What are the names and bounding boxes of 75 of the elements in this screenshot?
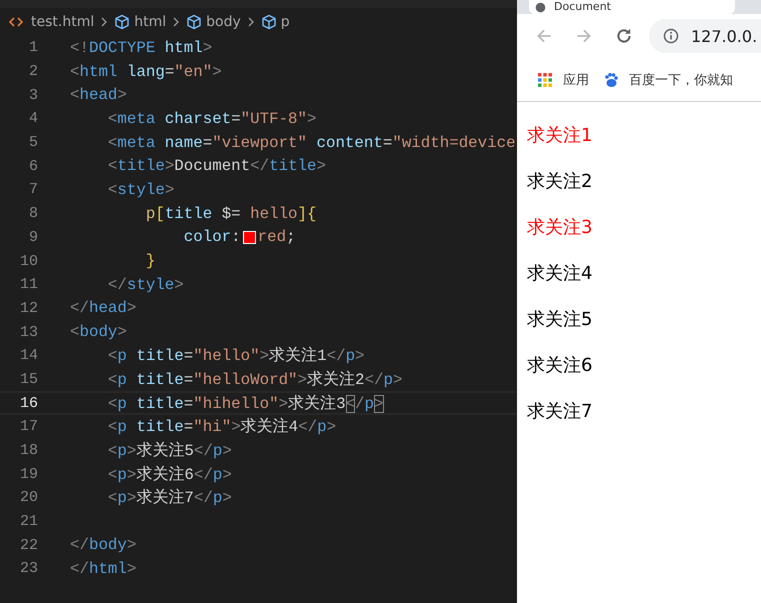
info-icon <box>663 28 679 44</box>
code-text: <html lang="en"> <box>70 62 222 81</box>
code-text: <body> <box>70 323 127 342</box>
line-number: 10 <box>18 252 38 270</box>
back-icon[interactable] <box>535 27 553 45</box>
code-text: <meta name="viewport" content="width=device <box>106 134 516 152</box>
line-number: 20 <box>18 489 38 506</box>
code-text: <p>求关注6</p> <box>106 464 232 485</box>
cube-icon <box>260 14 277 30</box>
code-text: <meta charset="UTF-8"> <box>106 110 316 128</box>
breadcrumb-item[interactable]: html <box>134 14 166 30</box>
line-number: 21 <box>18 513 38 530</box>
paragraph-text: 求关注4 <box>527 262 594 286</box>
breadcrumb-item[interactable]: test.html <box>31 14 94 30</box>
forward-icon[interactable] <box>575 27 593 45</box>
code-text: <p title="hihello">求关注3</p> <box>106 394 384 414</box>
line-number: 23 <box>18 560 38 578</box>
chevron-icon <box>172 16 180 28</box>
browser-tab[interactable]: Document <box>529 0 735 14</box>
line-number: 5 <box>28 134 38 152</box>
line-number: 22 <box>18 536 38 554</box>
line-number: 7 <box>28 181 38 198</box>
paw-icon <box>603 72 619 88</box>
code-text: p[title $= hello]{ <box>144 204 317 223</box>
code-text: <head> <box>70 86 127 104</box>
code-text: red; <box>258 228 296 246</box>
paragraph-text: 求关注2 <box>527 170 594 194</box>
cube-icon <box>186 14 202 30</box>
line-number: 14 <box>18 347 38 364</box>
line-number: 16 <box>18 394 38 412</box>
line-number: 15 <box>18 370 38 388</box>
bookmark-item[interactable]: 应用 <box>537 70 589 88</box>
paragraph-text: 求关注3 <box>527 216 594 240</box>
code-text: <p title="hello">求关注1</p> <box>106 346 365 366</box>
line-number: 13 <box>18 324 38 341</box>
paragraph-text: 求关注7 <box>527 400 594 424</box>
paragraph-text: 求关注1 <box>527 124 594 148</box>
code-text: <title>Document</title> <box>106 157 326 176</box>
globe-icon <box>535 2 546 12</box>
code-text: </body> <box>70 536 136 554</box>
line-number: 1 <box>28 39 38 56</box>
cube-icon <box>114 14 130 30</box>
line-number: 4 <box>28 110 38 128</box>
line-number: 8 <box>28 205 38 222</box>
apps-grid-icon <box>537 72 553 88</box>
chevron-icon <box>100 16 108 28</box>
code-text: </style> <box>106 276 184 294</box>
line-number: 17 <box>18 418 38 436</box>
line-number: 3 <box>28 86 38 104</box>
code-text: <p title="hi">求关注4</p> <box>106 416 336 438</box>
breadcrumb-item[interactable]: p <box>280 14 290 30</box>
code-text: } <box>144 252 156 270</box>
line-number: 9 <box>28 228 38 246</box>
code-text: <!DOCTYPE html> <box>70 38 212 57</box>
line-number: 19 <box>18 466 38 483</box>
address-bar[interactable]: 127.0.0. <box>649 19 761 53</box>
paragraph-text: 求关注5 <box>527 308 594 332</box>
paragraph-text: 求关注6 <box>527 354 594 378</box>
breadcrumb-item[interactable]: body <box>206 14 241 30</box>
line-number: 11 <box>18 276 38 294</box>
bookmark-item[interactable]: 百度一下，你就知 <box>603 70 733 88</box>
code-text: <p title="helloWord">求关注2</p> <box>106 370 402 390</box>
line-number: 6 <box>28 158 38 175</box>
code-file-icon <box>9 16 23 28</box>
code-text: <p>求关注5</p> <box>106 440 232 462</box>
code-text: </html> <box>70 560 136 578</box>
code-text: <style> <box>106 180 174 199</box>
line-number: 12 <box>18 300 38 317</box>
line-number: 18 <box>18 442 38 460</box>
code-text: <p>求关注7</p> <box>106 488 232 508</box>
code-text: color: <box>182 228 241 246</box>
chevron-icon <box>246 16 255 28</box>
reload-icon[interactable] <box>615 27 633 45</box>
code-text: </head> <box>70 299 136 318</box>
line-number: 2 <box>28 63 38 80</box>
